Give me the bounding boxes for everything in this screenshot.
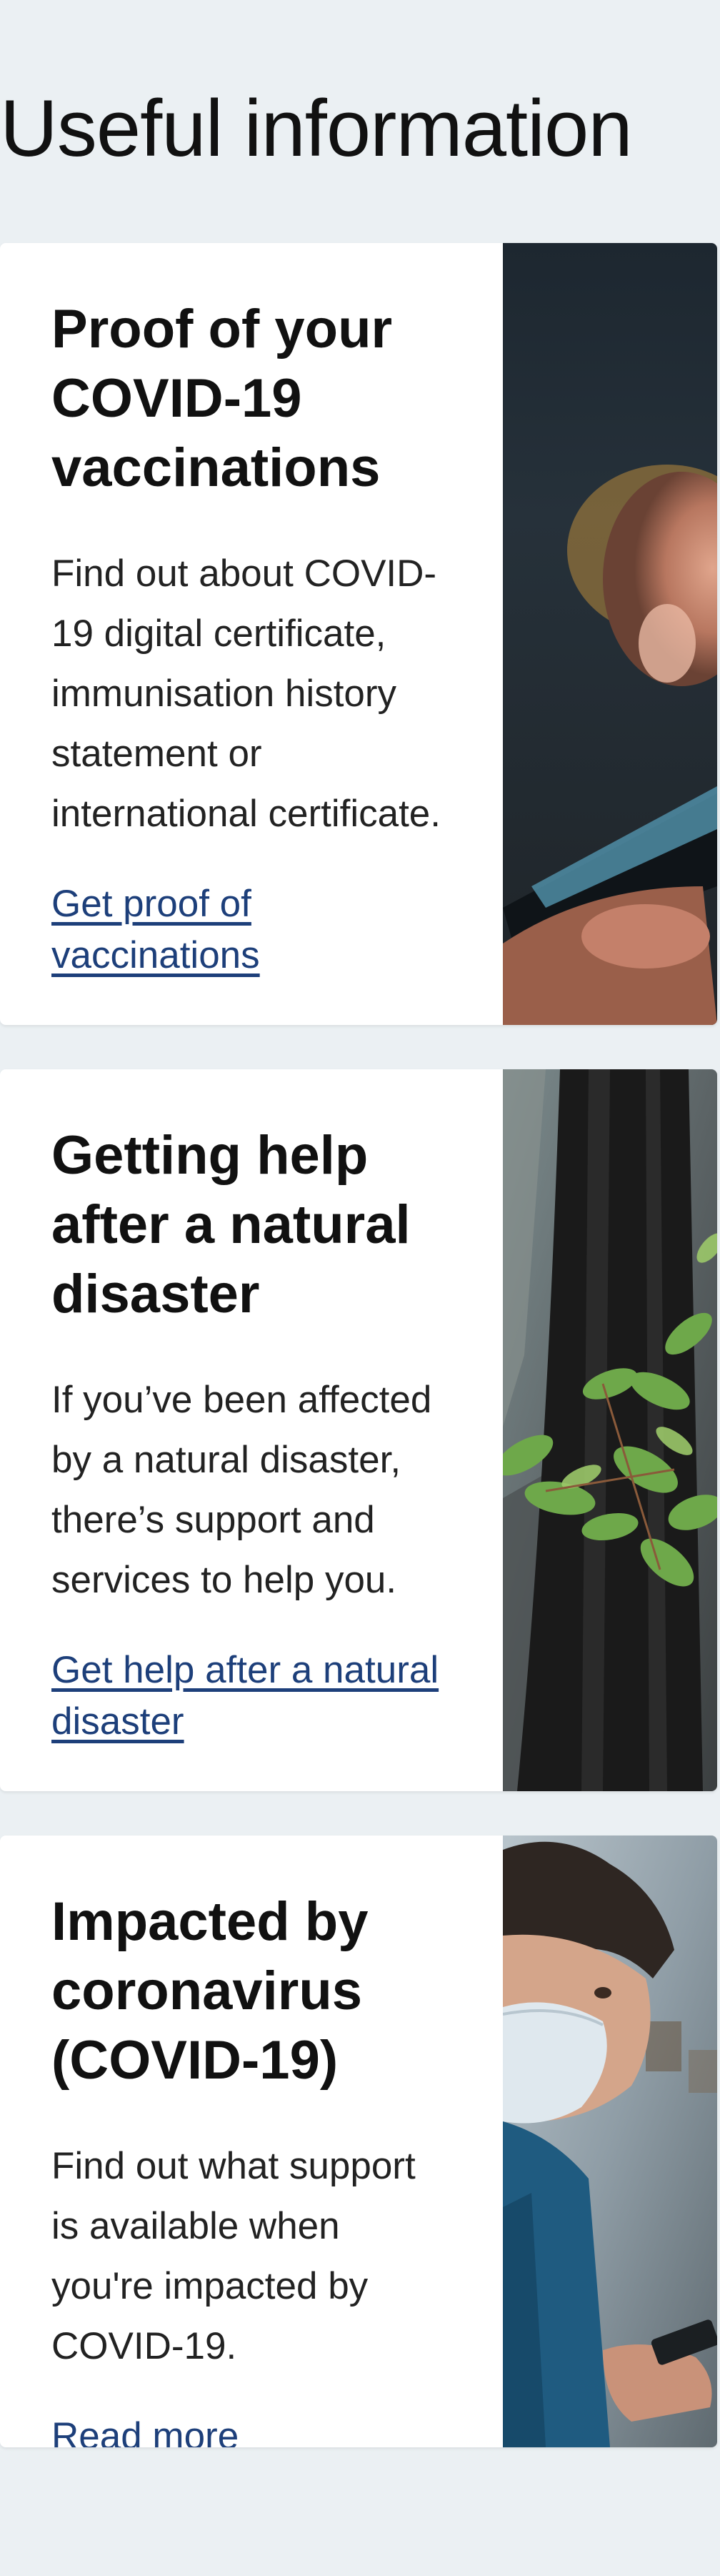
card-body: Proof of your COVID-19 vaccinations Find… xyxy=(51,294,451,981)
get-proof-of-vaccinations-link[interactable]: Get proof of vaccinations xyxy=(51,878,451,981)
read-more-link[interactable]: Read more xyxy=(51,2411,451,2447)
regrowth-on-burnt-tree-image xyxy=(503,1069,717,1791)
card-impacted-by-coronavirus: Impacted by coronavirus (COVID-19) Find … xyxy=(0,1836,717,2447)
phone-in-hand-image xyxy=(503,243,717,1025)
page-title: Useful information xyxy=(0,84,633,173)
card-title: Getting help after a natural disaster xyxy=(51,1125,411,1324)
card-description: Find out about COVID-19 digital certific… xyxy=(51,553,441,835)
card-title: Impacted by coronavirus (COVID-19) xyxy=(51,1891,369,2091)
card-body: Getting help after a natural disaster If… xyxy=(51,1121,451,1748)
card-proof-of-vaccinations: Proof of your COVID-19 vaccinations Find… xyxy=(0,243,717,1025)
card-title: Proof of your COVID-19 vaccinations xyxy=(51,299,393,498)
card-natural-disaster: Getting help after a natural disaster If… xyxy=(0,1069,717,1791)
card-description: Find out what support is available when … xyxy=(51,2145,416,2367)
man-in-face-mask-image xyxy=(503,1836,717,2447)
card-description: If you’ve been affected by a natural dis… xyxy=(51,1379,432,1601)
card-body: Impacted by coronavirus (COVID-19) Find … xyxy=(51,1887,451,2447)
get-help-after-natural-disaster-link[interactable]: Get help after a natural disaster xyxy=(51,1645,451,1748)
